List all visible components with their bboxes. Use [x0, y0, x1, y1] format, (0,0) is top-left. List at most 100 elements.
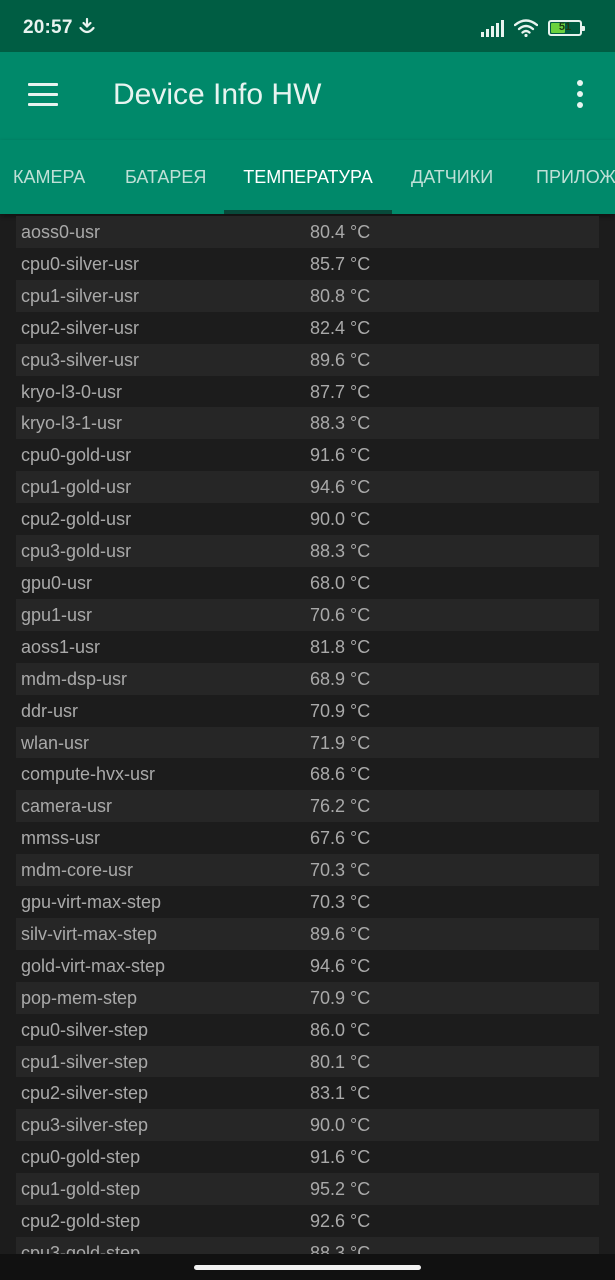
table-row: mdm-dsp-usr 68.9 °C	[16, 662, 599, 695]
table-row: camera-usr 76.2 °C	[16, 790, 599, 823]
table-row: cpu3-silver-step 90.0 °C	[16, 1109, 599, 1142]
table-row: gpu0-usr 68.0 °C	[16, 567, 599, 599]
sensor-name: cpu1-gold-usr	[21, 477, 132, 498]
table-row: ddr-usr 70.9 °C	[16, 695, 599, 727]
sensor-temperature: 70.9 °C	[310, 987, 371, 1008]
table-row: cpu1-gold-step 95.2 °C	[16, 1173, 599, 1206]
sensor-temperature: 82.4 °C	[310, 317, 371, 338]
status-time: 20:57	[23, 17, 73, 38]
sensor-temperature: 80.1 °C	[310, 1051, 371, 1072]
sensor-temperature: 83.1 °C	[310, 1083, 371, 1104]
navigation-bar	[0, 1254, 615, 1280]
sensor-temperature: 76.2 °C	[310, 796, 371, 817]
table-row: cpu3-gold-step 88.3 °C	[16, 1237, 599, 1254]
sensor-name: aoss0-usr	[21, 222, 101, 242]
table-row: gpu1-usr 70.6 °C	[16, 598, 599, 631]
app-title: Device Info HW	[113, 78, 322, 111]
sensor-temperature: 70.6 °C	[310, 604, 371, 625]
table-row: cpu3-gold-usr 88.3 °C	[16, 535, 599, 567]
table-row: cpu1-silver-usr 80.8 °C	[16, 279, 599, 312]
battery-level: 51	[558, 21, 572, 33]
sensor-temperature: 94.6 °C	[310, 955, 371, 976]
sensor-temperature: 88.3 °C	[310, 541, 371, 562]
tab-camera[interactable]: КАМЕРА	[13, 140, 85, 214]
table-row: cpu3-silver-usr 89.6 °C	[16, 343, 599, 376]
home-indicator[interactable]	[194, 1265, 421, 1270]
sensor-name: wlan-usr	[21, 732, 90, 753]
sensor-temperature: 68.0 °C	[310, 572, 371, 593]
temperature-list[interactable]: aoss0-usr 80.4 °C cpu0-silver-usr 85.7 °C cp…	[16, 216, 599, 1254]
sensor-temperature: 71.9 °C	[310, 732, 371, 753]
tab-indicator	[224, 210, 392, 214]
sensor-temperature: 91.6 °C	[310, 445, 371, 466]
sensor-name: mdm-dsp-usr	[21, 668, 128, 689]
sensor-name: mmss-usr	[21, 828, 100, 849]
table-row: cpu0-silver-usr 85.7 °C	[16, 248, 599, 280]
table-row: mmss-usr 67.6 °C	[16, 822, 599, 854]
sensor-name: silv-virt-max-step	[21, 923, 158, 944]
table-row: cpu1-silver-step 80.1 °C	[16, 1045, 599, 1078]
table-row: cpu0-gold-step 91.6 °C	[16, 1141, 599, 1173]
table-row: kryo-l3-0-usr 87.7 °C	[16, 376, 599, 408]
sensor-temperature: 95.2 °C	[310, 1179, 371, 1200]
table-row: mdm-core-usr 70.3 °C	[16, 854, 599, 887]
sensor-name: cpu1-silver-step	[21, 1051, 149, 1072]
sensor-name: ddr-usr	[21, 700, 79, 721]
sensor-temperature: 81.8 °C	[310, 636, 371, 657]
download-sync-icon	[79, 17, 95, 34]
tab-bar: КАМЕРА БАТАРЕЯ ТЕМПЕРАТУРА ДАТЧИКИ ПРИЛО…	[0, 140, 615, 214]
hamburger-menu-icon[interactable]	[28, 83, 60, 107]
tab-temperature[interactable]: ТЕМПЕРАТУРА	[224, 140, 392, 214]
table-row: silv-virt-max-step 89.6 °C	[16, 917, 599, 950]
sensor-temperature: 70.3 °C	[310, 860, 371, 881]
status-bar: 20:57 51	[0, 0, 615, 52]
sensor-name: cpu3-silver-step	[21, 1115, 149, 1136]
sensor-name: gpu0-usr	[21, 572, 93, 593]
sensor-name: cpu2-gold-usr	[21, 509, 132, 530]
sensor-temperature: 68.9 °C	[310, 668, 371, 689]
sensor-name: gold-virt-max-step	[21, 955, 166, 976]
sensor-name: camera-usr	[21, 796, 113, 817]
sensor-temperature: 70.3 °C	[310, 892, 371, 913]
table-row: cpu2-silver-usr 82.4 °C	[16, 312, 599, 344]
sensor-temperature: 88.3 °C	[310, 413, 371, 434]
table-row: gold-virt-max-step 94.6 °C	[16, 950, 599, 982]
sensor-name: cpu0-silver-usr	[21, 253, 140, 274]
sensor-name: pop-mem-step	[21, 987, 138, 1008]
table-row: compute-hvx-usr 68.6 °C	[16, 758, 599, 790]
sensor-temperature: 68.6 °C	[310, 764, 371, 785]
tab-battery[interactable]: БАТАРЕЯ	[125, 140, 206, 214]
sensor-name: cpu0-gold-step	[21, 1147, 141, 1168]
sensor-temperature: 92.6 °C	[310, 1211, 371, 1232]
sensor-temperature: 87.7 °C	[310, 381, 371, 402]
sensor-temperature: 90.0 °C	[310, 1115, 371, 1136]
table-row: aoss1-usr 81.8 °C	[16, 631, 599, 663]
tab-apps[interactable]: ПРИЛОЖ	[536, 140, 615, 214]
table-row: aoss0-usr 80.4 °C	[16, 216, 599, 248]
sensor-name: cpu1-silver-usr	[21, 285, 140, 306]
tab-sensors[interactable]: ДАТЧИКИ	[411, 140, 493, 214]
sensor-name: aoss1-usr	[21, 636, 101, 657]
sensor-temperature: 90.0 °C	[310, 509, 371, 530]
more-vert-icon[interactable]	[572, 80, 588, 110]
sensor-name: cpu3-gold-usr	[21, 541, 132, 562]
table-row: wlan-usr 71.9 °C	[16, 726, 599, 759]
sensor-name: kryo-l3-0-usr	[21, 381, 123, 402]
table-row: cpu2-gold-step 92.6 °C	[16, 1205, 599, 1237]
battery-icon: 51	[548, 20, 585, 36]
sensor-name: gpu1-usr	[21, 604, 93, 625]
table-row: pop-mem-step 70.9 °C	[16, 981, 599, 1014]
sensor-name: mdm-core-usr	[21, 860, 134, 881]
battery-cap	[582, 26, 585, 31]
table-row: kryo-l3-1-usr 88.3 °C	[16, 407, 599, 440]
sensor-temperature: 86.0 °C	[310, 1019, 371, 1040]
sensor-temperature: 89.6 °C	[310, 349, 371, 370]
sensor-name: cpu0-gold-usr	[21, 445, 132, 466]
table-row: cpu1-gold-usr 94.6 °C	[16, 471, 599, 504]
table-row: cpu0-silver-step 86.0 °C	[16, 1014, 599, 1046]
sensor-name: cpu3-silver-usr	[21, 349, 140, 370]
app-bar: Device Info HW	[0, 52, 615, 140]
sensor-temperature: 67.6 °C	[310, 828, 371, 849]
wifi-icon	[514, 19, 538, 37]
sensor-name: cpu2-silver-step	[21, 1083, 149, 1104]
